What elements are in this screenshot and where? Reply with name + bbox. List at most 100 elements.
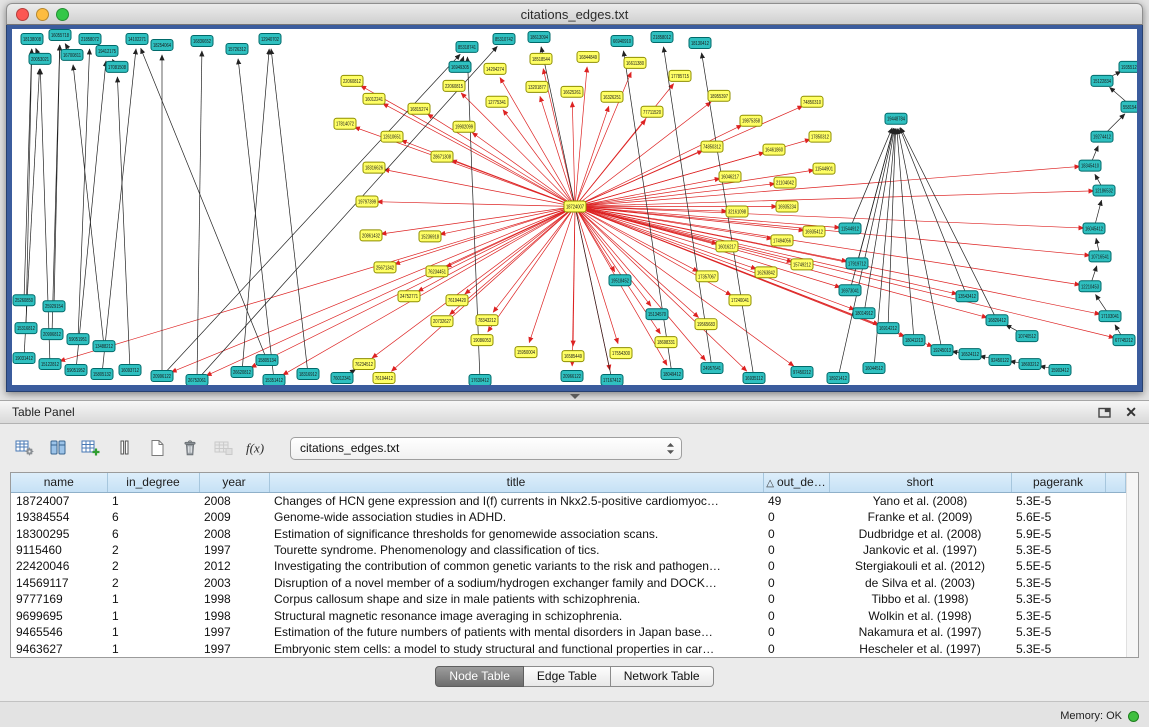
graph-node[interactable]: 15805132 — [91, 369, 113, 380]
graph-edge[interactable] — [850, 128, 892, 229]
graph-node[interactable]: 21104042 — [774, 177, 796, 188]
graph-edge[interactable] — [900, 128, 967, 296]
graph-edge[interactable] — [493, 207, 575, 313]
graph-edge[interactable] — [461, 93, 575, 207]
splitter-handle[interactable] — [0, 392, 1149, 400]
graph-node[interactable]: 19518452 — [609, 275, 631, 286]
graph-node[interactable]: 19448784 — [885, 113, 907, 124]
graph-node[interactable]: 16093712 — [119, 365, 141, 376]
graph-edge[interactable] — [197, 51, 202, 380]
graph-node[interactable]: 67745212 — [1113, 335, 1135, 346]
graph-node[interactable]: 21858012 — [651, 31, 673, 42]
graph-node[interactable]: 15749212 — [791, 259, 813, 270]
column-header-title[interactable]: title — [269, 473, 763, 492]
table-row[interactable]: 1938455462009Genome-wide association stu… — [11, 509, 1125, 525]
graph-node[interactable]: 12940702 — [259, 33, 281, 44]
minimize-window-button[interactable] — [36, 8, 49, 21]
graph-node[interactable]: 76234451 — [426, 266, 448, 277]
graph-node[interactable]: 28671308 — [431, 151, 453, 162]
graph-node[interactable]: 16045412 — [1083, 223, 1105, 234]
graph-node[interactable]: 18316912 — [297, 369, 319, 380]
new-table-icon[interactable] — [142, 434, 172, 462]
graph-node[interactable]: 32161098 — [726, 206, 748, 217]
column-header-in_degree[interactable]: in_degree — [107, 473, 199, 492]
graph-node[interactable]: 15122812 — [39, 359, 61, 370]
graph-node[interactable]: 15805134 — [256, 355, 278, 366]
graph-edge[interactable] — [251, 207, 575, 368]
graph-edge[interactable] — [24, 49, 32, 300]
close-window-button[interactable] — [16, 8, 29, 21]
graph-node[interactable]: 76234512 — [353, 359, 375, 370]
graph-node[interactable]: 17357067 — [696, 271, 718, 282]
graph-node[interactable]: 97450212 — [791, 367, 813, 378]
graph-node[interactable]: 77711520 — [641, 106, 663, 117]
graph-node[interactable]: 18921412 — [827, 373, 849, 384]
graph-node[interactable]: 14204274 — [484, 63, 506, 74]
graph-node[interactable]: 13488212 — [93, 341, 115, 352]
graph-node[interactable]: 18518544 — [530, 53, 552, 64]
graph-node[interactable]: 74850310 — [801, 96, 823, 107]
graph-node[interactable]: 14102271 — [126, 33, 148, 44]
graph-node[interactable]: 18345410 — [1079, 160, 1101, 171]
graph-node[interactable]: 17630412 — [469, 375, 491, 385]
graph-node[interactable]: 26620812 — [231, 367, 253, 378]
graph-node[interactable]: 16044512 — [863, 363, 885, 374]
graph-node[interactable]: 18613094 — [528, 31, 550, 42]
graph-node[interactable]: 17494056 — [771, 235, 793, 246]
graph-edge[interactable] — [898, 129, 942, 351]
graph-node[interactable]: 20732627 — [431, 316, 453, 327]
graph-node[interactable]: 16935234 — [776, 201, 798, 212]
graph-node[interactable]: 17919712 — [846, 258, 868, 269]
graph-node[interactable]: 25260850 — [13, 295, 35, 306]
table-source-select[interactable]: citations_edges.txt — [290, 437, 682, 460]
graph-edge[interactable] — [575, 120, 646, 207]
graph-node[interactable]: 21858072 — [79, 33, 101, 44]
graph-node[interactable]: 20966122 — [561, 371, 583, 382]
graph-node[interactable]: 12610651 — [381, 131, 403, 142]
table-row[interactable]: 1872400712008Changes of HCN gene express… — [11, 492, 1125, 509]
graph-node[interactable]: 10740512 — [1016, 331, 1038, 342]
graph-node[interactable]: 76012341 — [331, 373, 353, 384]
table-row[interactable]: 1830029562008Estimation of significance … — [11, 525, 1125, 541]
graph-node[interactable]: 18138008 — [21, 33, 43, 44]
graph-node[interactable]: 18041213 — [903, 335, 925, 346]
column-header-short[interactable]: short — [829, 473, 1011, 492]
table-panel-titlebar[interactable]: Table Panel ✕ — [0, 401, 1149, 424]
graph-node[interactable]: 16700811 — [61, 49, 83, 60]
graph-node[interactable]: 16844849 — [577, 51, 599, 62]
graph-node[interactable]: 18130412 — [689, 37, 711, 48]
graph-node[interactable]: 20996122 — [151, 371, 173, 382]
graph-node[interactable]: 18316626 — [363, 162, 385, 173]
graph-edge[interactable] — [361, 86, 575, 207]
graph-node[interactable]: 15950004 — [515, 347, 537, 358]
graph-node[interactable]: 16585449 — [562, 351, 584, 362]
graph-node[interactable]: 16461860 — [763, 144, 785, 155]
graph-node[interactable]: 26752061 — [186, 375, 208, 385]
citation-network-graph[interactable]: 1872400716935234174940561626384217240041… — [12, 29, 1137, 385]
graph-node[interactable]: 12775341 — [486, 96, 508, 107]
graph-node[interactable]: 19412175 — [96, 45, 118, 56]
graph-node[interactable]: 74850312 — [701, 141, 723, 152]
graph-node[interactable]: 19086053 — [471, 335, 493, 346]
table-row[interactable]: 969969511998Structural magnetic resonanc… — [11, 608, 1125, 624]
graph-node[interactable]: 16611380 — [624, 57, 646, 68]
graph-node[interactable]: 16836652 — [191, 35, 213, 46]
graph-node[interactable]: 76194412 — [373, 373, 395, 384]
graph-node[interactable]: 17167412 — [601, 375, 623, 385]
table-row[interactable]: 911546021997Tourette syndrome. Phenomeno… — [11, 542, 1125, 558]
graph-node[interactable]: 15316812 — [15, 323, 37, 334]
graph-edge[interactable] — [488, 207, 575, 332]
graph-node[interactable]: 19355125 — [1119, 61, 1137, 72]
graph-node[interactable]: 22060812 — [341, 75, 363, 86]
column-header-out_degree[interactable]: △out_de… — [763, 473, 829, 492]
graph-node[interactable]: 16815274 — [408, 103, 430, 114]
table-row[interactable]: 1456911722003Disruption of a novel membe… — [11, 575, 1125, 591]
graph-edge[interactable] — [575, 207, 792, 262]
graph-edge[interactable] — [238, 59, 274, 380]
network-canvas[interactable]: 1872400716935234174940561626384217240041… — [12, 29, 1137, 385]
graph-edge[interactable] — [383, 103, 575, 206]
graph-node[interactable]: 16016217 — [716, 241, 738, 252]
graph-node[interactable]: 15726312 — [226, 43, 248, 54]
graph-node[interactable]: 17850312 — [809, 131, 831, 142]
graph-node[interactable]: 16326251 — [601, 91, 623, 102]
